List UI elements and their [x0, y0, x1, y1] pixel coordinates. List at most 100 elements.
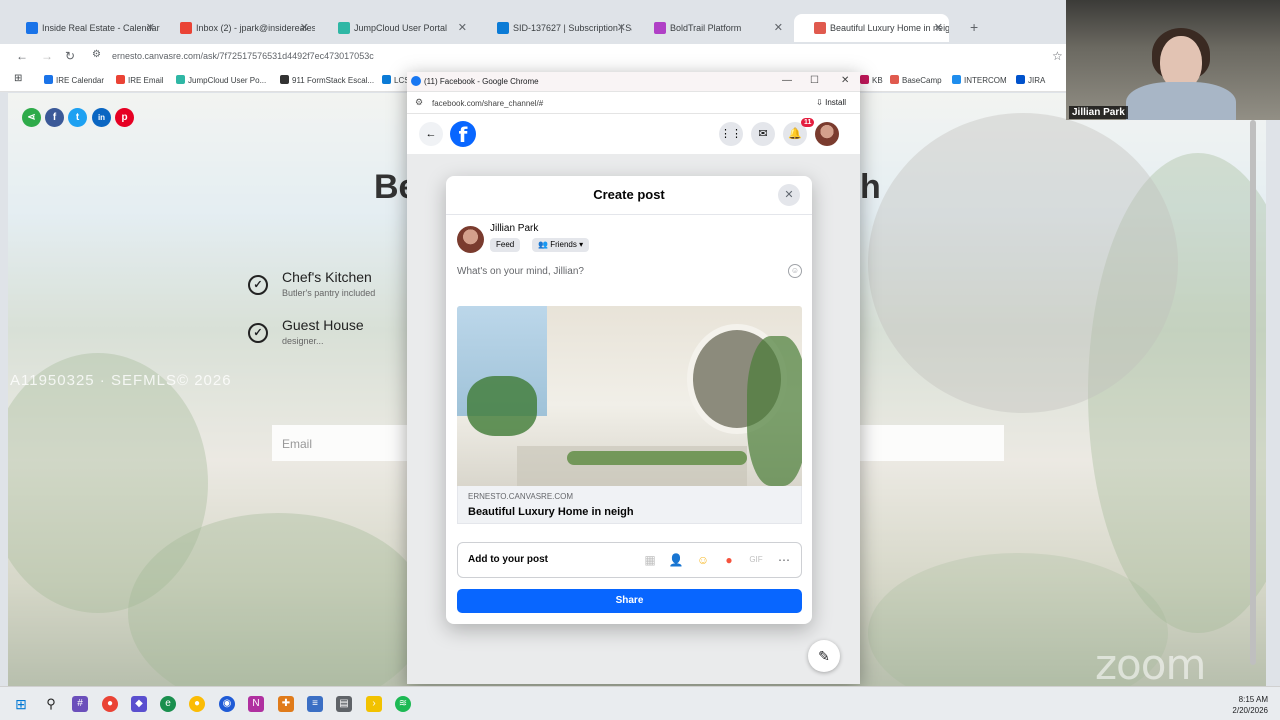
- bookmark-formstack[interactable]: 911 FormStack Escal...: [280, 75, 374, 85]
- bookmark-jira[interactable]: JIRA: [1016, 75, 1045, 85]
- feed-selector[interactable]: Feed: [490, 238, 521, 252]
- puzzle-icon[interactable]: ✚: [278, 696, 294, 712]
- link-preview-image[interactable]: [457, 306, 802, 486]
- spotify-icon[interactable]: ≋: [395, 696, 411, 712]
- close-tab-icon[interactable]: ✕: [300, 14, 309, 42]
- bookmark-jumpcloud[interactable]: JumpCloud User Po...: [176, 75, 266, 85]
- check-icon: ✓: [248, 275, 268, 295]
- minimize-icon[interactable]: —: [782, 75, 792, 86]
- share-icon[interactable]: ⋖: [22, 108, 41, 127]
- jira-icon: [1016, 75, 1025, 84]
- link-title: Beautiful Luxury Home in neigh: [468, 506, 634, 518]
- bookmark-lcs[interactable]: LCS: [382, 75, 410, 85]
- email-field-right[interactable]: [860, 425, 1004, 461]
- add-to-post-bar: Add to your post ▦ 👤 ☺ ● GIF ⋯: [457, 542, 802, 578]
- tag-people-icon[interactable]: 👤: [668, 552, 684, 568]
- page-scrollbar[interactable]: [1250, 120, 1256, 665]
- site-info-icon[interactable]: ⚙: [415, 97, 423, 108]
- onenote-icon[interactable]: N: [248, 696, 264, 712]
- bookmark-star-icon[interactable]: ☆: [1052, 49, 1063, 63]
- link-preview-card[interactable]: ERNESTO.CANVASRE.COM Beautiful Luxury Ho…: [457, 486, 802, 524]
- feeling-icon[interactable]: ☺: [695, 552, 711, 568]
- browser-tab-active[interactable]: Beautiful Luxury Home in neigh ✕: [794, 14, 949, 42]
- back-arrow-icon[interactable]: ←: [419, 122, 443, 146]
- bookmark-ire-email[interactable]: IRE Email: [116, 75, 164, 85]
- gmail-icon: [116, 75, 125, 84]
- close-icon[interactable]: ✕: [778, 184, 800, 206]
- photo-icon[interactable]: ▦: [642, 552, 658, 568]
- linkedin-icon[interactable]: in: [92, 108, 111, 127]
- share-button[interactable]: Share: [457, 589, 802, 613]
- chrome-profile-icon[interactable]: ●: [189, 696, 205, 712]
- close-window-icon[interactable]: ✕: [841, 75, 849, 86]
- new-tab-button[interactable]: +: [970, 19, 978, 35]
- popup-title: (11) Facebook - Google Chrome: [424, 77, 539, 86]
- browser-tab[interactable]: JumpCloud User Portal ✕: [318, 14, 473, 42]
- sticky-notes-icon[interactable]: ›: [366, 696, 382, 712]
- bookmark-intercom[interactable]: INTERCOM: [952, 75, 1007, 85]
- close-tab-icon[interactable]: ✕: [458, 14, 467, 42]
- menu-grid-icon[interactable]: ⋮⋮: [719, 122, 743, 146]
- close-tab-icon[interactable]: ✕: [617, 14, 626, 42]
- install-button[interactable]: ⇩ Install: [816, 98, 846, 107]
- lcs-icon: [382, 75, 391, 84]
- create-post-dialog: Create post ✕ Jillian Park Feed 👥 Friend…: [446, 176, 812, 624]
- browser-tab[interactable]: Inbox (2) - jpark@insiderealesta ✕: [160, 14, 315, 42]
- add-to-post-label: Add to your post: [468, 554, 548, 565]
- apps-grid-icon[interactable]: ⊞: [14, 73, 22, 84]
- palm-plant: [467, 376, 537, 436]
- formstack-icon: [280, 75, 289, 84]
- emoji-icon[interactable]: ☺: [788, 264, 802, 278]
- salesforce-icon: [497, 22, 509, 34]
- chrome-icon[interactable]: ●: [102, 696, 118, 712]
- shield-icon[interactable]: ◆: [131, 696, 147, 712]
- compose-message-icon[interactable]: ✎: [808, 640, 840, 672]
- url-field[interactable]: ernesto.canvasre.com/ask/7f72517576531d4…: [112, 51, 374, 61]
- participant-name: Jillian Park: [1069, 106, 1128, 119]
- bookmark-kb[interactable]: KB: [860, 75, 883, 85]
- check-icon: ✓: [248, 323, 268, 343]
- reload-icon[interactable]: ↻: [65, 49, 75, 63]
- pinterest-icon[interactable]: p: [115, 108, 134, 127]
- windows-start-icon[interactable]: ⊞: [13, 696, 29, 712]
- basecamp-icon: [890, 75, 899, 84]
- maximize-icon[interactable]: ☐: [810, 75, 819, 86]
- browser-tab[interactable]: Inside Real Estate - Calendar - V ✕: [6, 14, 161, 42]
- facebook-logo-icon[interactable]: f: [450, 121, 476, 147]
- popup-address-bar: ⚙ facebook.com/share_channel/# ⇩ Install: [407, 92, 860, 114]
- close-tab-icon[interactable]: ✕: [934, 14, 943, 42]
- bookmark-ire-calendar[interactable]: IRE Calendar: [44, 75, 104, 85]
- calculator-icon[interactable]: ▤: [336, 696, 352, 712]
- close-tab-icon[interactable]: ✕: [146, 14, 155, 42]
- windows-taskbar: ⊞ ⚲ # ● ◆ e ● ◉ N ✚ ≡ ▤ › ≋ 8:15 AM 2/20…: [0, 686, 1280, 720]
- forward-icon[interactable]: →: [41, 49, 53, 63]
- post-text-input[interactable]: What's on your mind, Jillian?: [457, 266, 584, 277]
- browser-tab[interactable]: BoldTrail Platform ✕: [634, 14, 789, 42]
- edge-icon[interactable]: e: [160, 696, 176, 712]
- audience-selector[interactable]: 👥 Friends ▾: [532, 238, 590, 252]
- bookmark-basecamp[interactable]: BaseCamp: [890, 75, 942, 85]
- facebook-icon[interactable]: f: [45, 108, 64, 127]
- jumpcloud-icon: [338, 22, 350, 34]
- email-field[interactable]: Email: [272, 425, 412, 461]
- jumpcloud-icon: [176, 75, 185, 84]
- system-clock[interactable]: 8:15 AM 2/20/2026: [1232, 694, 1268, 716]
- search-icon[interactable]: ⚲: [43, 696, 59, 712]
- calendar-icon: [44, 75, 53, 84]
- zoom-icon[interactable]: ◉: [219, 696, 235, 712]
- gif-icon[interactable]: GIF: [748, 552, 764, 568]
- popup-url[interactable]: facebook.com/share_channel/#: [432, 99, 543, 108]
- profile-avatar[interactable]: [815, 122, 839, 146]
- clock-time: 8:15 AM: [1238, 695, 1268, 704]
- more-options-icon[interactable]: ⋯: [776, 552, 792, 568]
- messenger-icon[interactable]: ✉: [751, 122, 775, 146]
- browser-tab[interactable]: SID-137627 | Subscription | Sale ✕: [477, 14, 632, 42]
- twitter-icon[interactable]: t: [68, 108, 87, 127]
- location-icon[interactable]: ●: [721, 552, 737, 568]
- close-tab-icon[interactable]: ✕: [774, 14, 783, 42]
- site-info-icon[interactable]: ⚙: [92, 49, 101, 60]
- back-icon[interactable]: ←: [16, 49, 28, 63]
- notepad-icon[interactable]: ≡: [307, 696, 323, 712]
- chevron-down-icon: ▾: [579, 240, 584, 249]
- slack-icon[interactable]: #: [72, 696, 88, 712]
